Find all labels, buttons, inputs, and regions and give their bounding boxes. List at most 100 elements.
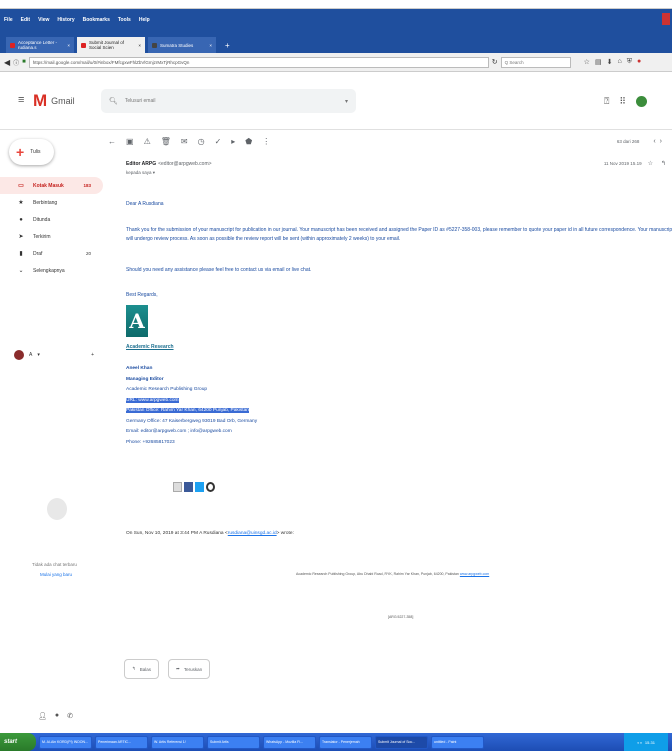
taskbar-item[interactable]: untitled - Paint bbox=[431, 735, 484, 749]
gmail-logo[interactable]: M Gmail bbox=[33, 91, 75, 111]
reload-icon[interactable]: ↻ bbox=[492, 58, 498, 66]
clipboard-icon[interactable]: ▤ bbox=[595, 58, 602, 66]
browser-search-input[interactable]: Q Search bbox=[500, 56, 571, 68]
sidebar-item-drafts[interactable]: ▮ Draf 20 bbox=[0, 245, 103, 262]
sender-name[interactable]: Editor ARPG bbox=[126, 161, 156, 167]
phone-icon[interactable] bbox=[206, 482, 215, 492]
sidebar-item-snoozed[interactable]: ● Ditunda bbox=[0, 211, 103, 228]
download-icon[interactable]: ⬇ bbox=[607, 58, 613, 66]
tab-close-icon[interactable]: × bbox=[209, 43, 212, 48]
reply-icon[interactable]: ↰ bbox=[661, 160, 666, 167]
reply-label: Balas bbox=[139, 666, 152, 672]
sidebar-item-count: 183 bbox=[83, 183, 91, 188]
hangouts-user[interactable]: A ▾ + bbox=[14, 350, 94, 360]
menu-file[interactable]: File bbox=[4, 17, 13, 23]
add-chat-icon[interactable]: + bbox=[91, 352, 94, 358]
star-icon[interactable]: ☆ bbox=[648, 160, 653, 167]
menu-tools[interactable]: Tools bbox=[118, 17, 131, 23]
add-task-icon[interactable]: ✓ bbox=[215, 137, 222, 146]
home-icon[interactable]: ⌂ bbox=[617, 58, 621, 66]
star-icon: ★ bbox=[18, 200, 24, 206]
snooze-icon[interactable]: ◷ bbox=[198, 137, 205, 146]
info-icon[interactable]: ⓘ bbox=[13, 58, 19, 67]
search-icon[interactable]: 🔍︎ bbox=[109, 97, 118, 105]
recipient-line[interactable]: kepada saya ▾ bbox=[126, 170, 672, 176]
taskbar-item[interactable]: Translator - Penerjemah bbox=[319, 735, 372, 749]
sidebar-item-sent[interactable]: ➤ Terkirim bbox=[0, 228, 103, 245]
chat-icon[interactable]: ● bbox=[55, 712, 59, 720]
clock-text: 15.31 bbox=[644, 739, 655, 745]
menu-help[interactable]: Help bbox=[139, 17, 150, 23]
tab-close-icon[interactable]: × bbox=[138, 43, 141, 48]
sidebar-item-inbox[interactable]: ▭ Kotak Masuk 183 bbox=[0, 177, 103, 194]
sig-email[interactable]: Email: editor@arpgweb.com ; info@arpgweb… bbox=[126, 427, 257, 438]
sidebar-item-label: Terkirim bbox=[33, 233, 51, 240]
gmail-header: ≡ M Gmail 🔍︎ Telusuri email ▾ ⍰ ⠿ bbox=[0, 72, 672, 130]
twitter-icon[interactable] bbox=[195, 482, 204, 492]
gmail-favicon-icon bbox=[81, 42, 86, 48]
report-spam-icon[interactable]: ⚠ bbox=[144, 137, 151, 146]
more-options-icon[interactable]: ⋮ bbox=[262, 137, 270, 146]
window-close-button[interactable] bbox=[662, 13, 670, 25]
sidebar-item-more[interactable]: ⌄ Selengkapnya bbox=[0, 262, 103, 279]
apps-grid-icon[interactable]: ⠿ bbox=[619, 96, 626, 107]
taskbar-item[interactable]: Submit Journal of Soc... bbox=[375, 735, 428, 749]
closing-text: Best Regards, bbox=[126, 292, 158, 298]
label-icon[interactable]: ⬟ bbox=[245, 137, 252, 146]
tab-sumatra[interactable]: Sumatra Studies × bbox=[148, 37, 216, 53]
hangouts-user-name: A bbox=[29, 352, 33, 358]
document-icon[interactable] bbox=[173, 482, 182, 492]
delete-icon[interactable]: 🗑︎ bbox=[161, 137, 171, 146]
main-menu-icon[interactable]: ≡ bbox=[18, 94, 24, 106]
menu-view[interactable]: View bbox=[38, 17, 49, 23]
menu-history[interactable]: History bbox=[57, 17, 74, 23]
tray-icons[interactable]: ◐◑ bbox=[637, 740, 642, 745]
mail-search-input[interactable]: 🔍︎ Telusuri email ▾ bbox=[101, 89, 356, 113]
tab-submit-journal[interactable]: Submit Journal of Social Scien × bbox=[77, 37, 145, 53]
start-chat-link[interactable]: Mulai yang baru bbox=[40, 572, 72, 577]
taskbar-item[interactable]: Submit Artis bbox=[207, 735, 260, 749]
phone-icon[interactable]: ✆ bbox=[67, 712, 73, 720]
sig-url[interactable]: URL: www.arpgweb.com bbox=[126, 397, 179, 403]
message-footer: Academic Research Publishing Group, Abu … bbox=[296, 572, 489, 576]
tab-label: Acceptance Letter - rudiana.s bbox=[18, 40, 58, 50]
back-icon[interactable]: ◀ bbox=[4, 58, 10, 67]
taskbar-item[interactable]: WhatsApp - Mozilla Fi... bbox=[263, 735, 316, 749]
reply-button[interactable]: ↰ Balas bbox=[124, 659, 160, 679]
tab-close-icon[interactable]: × bbox=[67, 43, 70, 48]
older-icon[interactable]: › bbox=[660, 138, 662, 145]
addon-icon[interactable]: ● bbox=[637, 58, 641, 66]
back-arrow-icon[interactable]: ← bbox=[108, 137, 116, 146]
bookmark-star-icon[interactable]: ☆ bbox=[584, 58, 590, 66]
gmail-favicon-icon bbox=[10, 42, 15, 48]
menu-bookmarks[interactable]: Bookmarks bbox=[83, 17, 110, 23]
move-to-icon[interactable]: ▸ bbox=[231, 137, 235, 146]
taskbar-item[interactable]: M. Al-Ain KORD(PI) INDON... bbox=[39, 735, 92, 749]
sig-phone: Phone: +92685817023 bbox=[126, 439, 175, 445]
shield-icon[interactable]: ⛨ bbox=[627, 58, 632, 66]
url-input[interactable]: https://mail.google.com/mail/u/0/#inbox/… bbox=[28, 56, 489, 68]
archive-icon[interactable]: ▣ bbox=[126, 137, 134, 146]
help-icon[interactable]: ⍰ bbox=[604, 96, 609, 107]
start-button[interactable]: start bbox=[0, 733, 36, 751]
account-org-logo[interactable] bbox=[636, 93, 662, 110]
tab-acceptance[interactable]: Acceptance Letter - rudiana.s × bbox=[6, 37, 74, 53]
facebook-icon[interactable] bbox=[184, 482, 193, 492]
person-icon[interactable]: 👤︎ bbox=[38, 712, 47, 720]
forward-button[interactable]: ➦ Teruskan bbox=[168, 659, 211, 679]
footer-link[interactable]: www.arpgweb.com bbox=[460, 572, 489, 576]
menu-edit[interactable]: Edit bbox=[21, 17, 30, 23]
taskbar-item[interactable]: Penerimaan ARTIC... bbox=[95, 735, 148, 749]
quoted-email-link[interactable]: rusdiana@uinsgd.ac.id bbox=[228, 531, 277, 536]
sidebar-item-starred[interactable]: ★ Berbintang bbox=[0, 194, 103, 211]
chevron-down-icon: ⌄ bbox=[18, 268, 24, 274]
chevron-down-icon[interactable]: ▾ bbox=[37, 352, 40, 358]
search-options-icon[interactable]: ▾ bbox=[345, 98, 348, 105]
taskbar-item[interactable]: W. Artis Referensi 1/ bbox=[151, 735, 204, 749]
compose-button[interactable]: + Tulis bbox=[9, 139, 54, 165]
sidebar-footer-icons: 👤︎ ● ✆ bbox=[38, 712, 73, 720]
new-tab-icon[interactable]: + bbox=[219, 41, 236, 53]
newer-icon[interactable]: ‹ bbox=[653, 138, 655, 145]
clock-icon: ● bbox=[19, 216, 23, 223]
mark-unread-icon[interactable]: ✉ bbox=[181, 137, 188, 146]
